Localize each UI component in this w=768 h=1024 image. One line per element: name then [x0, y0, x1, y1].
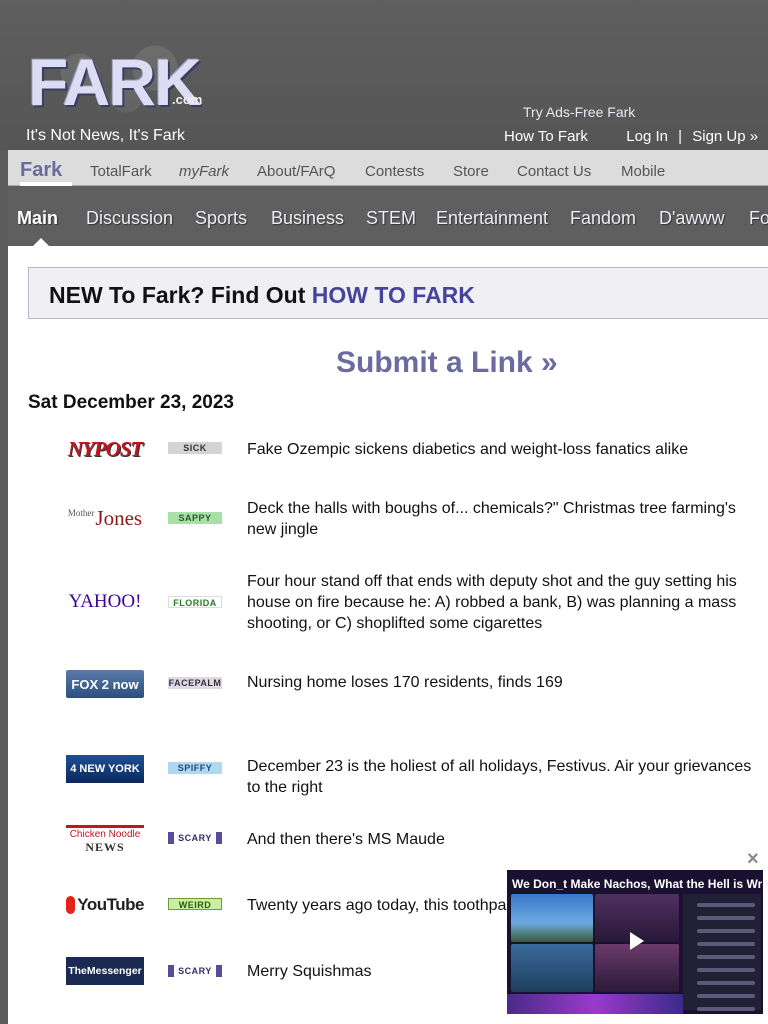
subnav-contact[interactable]: Contact Us: [517, 163, 591, 180]
source-name: Chicken Noodle: [69, 828, 141, 840]
story-headline[interactable]: Four hour stand off that ends with deput…: [247, 571, 759, 634]
how-to-fark-link[interactable]: How To Fark: [504, 128, 588, 145]
link-separator: |: [678, 128, 683, 145]
subnav-fark[interactable]: Fark: [20, 159, 62, 182]
site-tagline: It's Not News, It's Fark: [26, 127, 186, 144]
tag-sick[interactable]: SICK: [168, 442, 222, 454]
source-name: YouTube: [77, 895, 144, 914]
source-logo-motherjones[interactable]: Mother Jones: [66, 504, 144, 532]
tab-sports[interactable]: Sports: [195, 208, 247, 229]
account-links: How To Fark Log In | Sign Up »: [504, 128, 758, 145]
site-header: FARK .com It's Not News, It's Fark Try A…: [0, 0, 768, 150]
subnav-totalfark[interactable]: TotalFark: [90, 163, 152, 180]
tab-dawww[interactable]: D'awww: [659, 208, 724, 229]
source-logo-themessenger[interactable]: TheMessenger: [66, 957, 144, 985]
sub-navigation: Fark TotalFark myFark About/FArQ Contest…: [8, 150, 768, 186]
video-banner-graphic: [507, 994, 683, 1014]
source-logo-youtube[interactable]: YouTube: [66, 891, 144, 919]
subnav-contests[interactable]: Contests: [365, 163, 424, 180]
story-headline[interactable]: Deck the halls with boughs of... chemica…: [247, 498, 759, 540]
play-icon[interactable]: [625, 930, 647, 952]
source-prefix: Mother: [67, 508, 95, 518]
tab-discussion[interactable]: Discussion: [86, 208, 173, 229]
source-logo-chicken-noodle[interactable]: Chicken Noodle NEWS: [66, 825, 144, 853]
video-frame-3: [511, 944, 593, 992]
how-to-fark-highlight[interactable]: HOW TO FARK: [312, 282, 475, 308]
close-icon[interactable]: ×: [747, 848, 759, 871]
submit-link-button[interactable]: Submit a Link »: [336, 346, 558, 380]
tab-stem[interactable]: STEM: [366, 208, 416, 229]
tab-main[interactable]: Main: [17, 208, 58, 229]
logo-wordmark: FARK: [28, 45, 202, 119]
tag-weird[interactable]: WEIRD: [168, 898, 222, 910]
tab-fandom[interactable]: Fandom: [570, 208, 636, 229]
video-title: We Don_t Make Nachos, What the Hell is W…: [512, 877, 762, 891]
source-logo-nbc4[interactable]: 4 NEW YORK: [66, 755, 144, 783]
tag-scary[interactable]: SCARY: [168, 832, 222, 844]
subnav-about[interactable]: About/FArQ: [257, 163, 335, 180]
youtube-play-icon: [66, 896, 84, 914]
date-heading: Sat December 23, 2023: [28, 392, 234, 413]
subnav-mobile[interactable]: Mobile: [621, 163, 665, 180]
video-player[interactable]: We Don_t Make Nachos, What the Hell is W…: [507, 870, 763, 1014]
subnav-store[interactable]: Store: [453, 163, 489, 180]
tab-business[interactable]: Business: [271, 208, 344, 229]
banner-prefix: NEW To Fark? Find Out: [49, 282, 312, 308]
login-link[interactable]: Log In: [626, 128, 668, 145]
tag-spiffy[interactable]: SPIFFY: [168, 762, 222, 774]
story-headline[interactable]: Fake Ozempic sickens diabetics and weigh…: [247, 439, 759, 460]
story-headline[interactable]: And then there's MS Maude: [247, 829, 759, 850]
tag-facepalm[interactable]: FACEPALM: [168, 677, 222, 689]
tag-florida[interactable]: FLORIDA: [168, 596, 222, 608]
source-sub: NEWS: [85, 839, 125, 854]
ads-free-link[interactable]: Try Ads-Free Fark: [523, 104, 635, 120]
new-to-fark-banner[interactable]: NEW To Fark? Find Out HOW TO FARK: [28, 267, 768, 319]
video-chat-panel: [683, 894, 761, 1011]
source-logo-fox2[interactable]: FOX 2 now: [66, 670, 144, 698]
tag-sappy[interactable]: SAPPY: [168, 512, 222, 524]
source-logo-yahoo[interactable]: YAHOO!: [66, 588, 144, 616]
banner-text: NEW To Fark? Find Out HOW TO FARK: [49, 282, 475, 309]
signup-link[interactable]: Sign Up »: [692, 128, 758, 145]
fark-logo[interactable]: FARK .com: [22, 40, 212, 120]
main-navigation: Main Discussion Sports Business STEM Ent…: [8, 186, 768, 247]
story-headline[interactable]: December 23 is the holiest of all holida…: [247, 756, 759, 798]
logo-suffix: .com: [172, 92, 203, 107]
tag-scary[interactable]: SCARY: [168, 965, 222, 977]
subnav-myfark[interactable]: myFark: [179, 163, 229, 180]
tab-food[interactable]: Fo: [749, 208, 768, 229]
source-logo-nypost[interactable]: NYPOST: [66, 435, 144, 463]
source-name: Jones: [95, 505, 143, 530]
story-headline[interactable]: Nursing home loses 170 residents, finds …: [247, 672, 759, 693]
video-frame-1: [511, 894, 593, 942]
tab-entertainment[interactable]: Entertainment: [436, 208, 548, 229]
